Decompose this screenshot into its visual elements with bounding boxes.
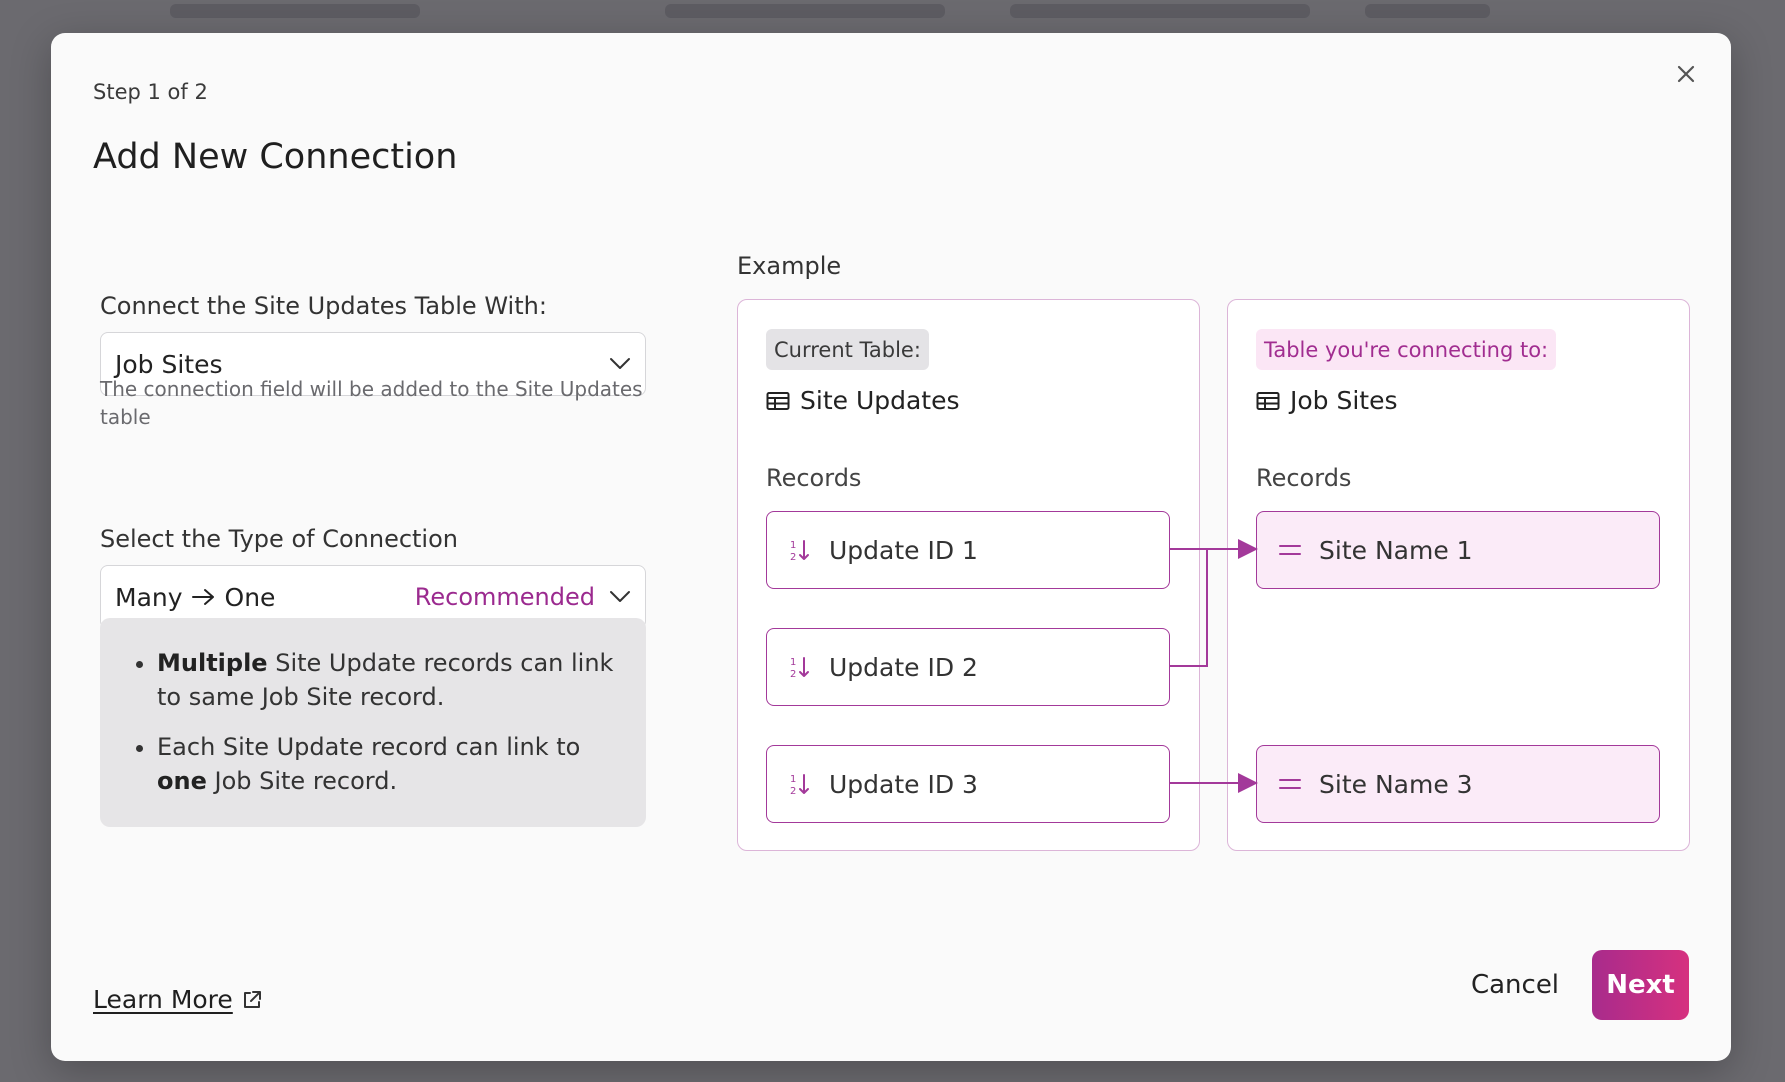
target-table-chip: Table you're connecting to: — [1256, 329, 1557, 370]
current-table-name: Site Updates — [766, 386, 960, 415]
connect-table-label: Connect the Site Updates Table With: — [100, 292, 547, 320]
add-connection-modal: Step 1 of 2 Add New Connection Connect t… — [51, 33, 1731, 1061]
background-blur — [1010, 4, 1310, 18]
connection-type-info: Multiple Site Update records can link to… — [100, 618, 646, 827]
cancel-button[interactable]: Cancel — [1460, 950, 1570, 1020]
table-icon — [1256, 391, 1280, 410]
arrow-right-icon — [191, 589, 214, 605]
learn-more-link[interactable]: Learn More — [93, 985, 263, 1014]
type-to-text: One — [224, 582, 276, 612]
chevron-down-icon[interactable] — [609, 586, 631, 608]
table-icon — [766, 391, 790, 410]
background-blur — [170, 4, 420, 18]
close-icon[interactable] — [1676, 64, 1696, 84]
current-records-label: Records — [766, 464, 862, 492]
svg-text:2: 2 — [790, 786, 796, 796]
svg-text:1: 1 — [790, 774, 796, 785]
current-table-panel: Current Table: Site Updates Records 1 2 … — [737, 299, 1200, 851]
background-page — [0, 0, 1785, 33]
target-record-item: Site Name 1 — [1256, 511, 1660, 589]
current-table-chip: Current Table: — [766, 329, 929, 370]
background-blur — [665, 4, 945, 18]
equals-icon — [1279, 779, 1301, 789]
svg-text:1: 1 — [790, 657, 796, 668]
modal-title: Add New Connection — [93, 137, 458, 177]
step-indicator: Step 1 of 2 — [93, 80, 208, 104]
type-from-text: Many — [115, 582, 183, 612]
sort-numeric-icon: 1 2 — [790, 657, 809, 679]
connection-type-label: Select the Type of Connection — [100, 525, 458, 553]
close-button[interactable] — [1671, 59, 1701, 89]
sort-numeric-icon: 1 2 — [790, 774, 809, 796]
target-table-name: Job Sites — [1256, 386, 1398, 415]
svg-text:2: 2 — [790, 552, 796, 562]
external-link-icon[interactable] — [241, 989, 263, 1011]
svg-text:1: 1 — [790, 540, 796, 551]
current-record-item: 1 2 Update ID 3 — [766, 745, 1170, 823]
current-record-item: 1 2 Update ID 2 — [766, 628, 1170, 706]
target-table-panel: Table you're connecting to: Job Sites Re… — [1227, 299, 1690, 851]
next-button[interactable]: Next — [1592, 950, 1689, 1020]
info-line-2: Each Site Update record can link to one … — [157, 730, 622, 798]
target-records-label: Records — [1256, 464, 1352, 492]
background-blur — [1365, 4, 1490, 18]
info-line-1: Multiple Site Update records can link to… — [157, 646, 622, 714]
connection-type-value: Many One — [115, 583, 415, 612]
current-record-item: 1 2 Update ID 1 — [766, 511, 1170, 589]
svg-text:2: 2 — [790, 669, 796, 679]
example-label: Example — [737, 252, 842, 280]
equals-icon — [1279, 545, 1301, 555]
target-record-item: Site Name 3 — [1256, 745, 1660, 823]
sort-numeric-icon: 1 2 — [790, 540, 809, 562]
recommended-badge: Recommended — [414, 583, 595, 611]
chevron-down-icon[interactable] — [609, 353, 631, 375]
connect-table-hint: The connection field will be added to th… — [100, 377, 643, 429]
